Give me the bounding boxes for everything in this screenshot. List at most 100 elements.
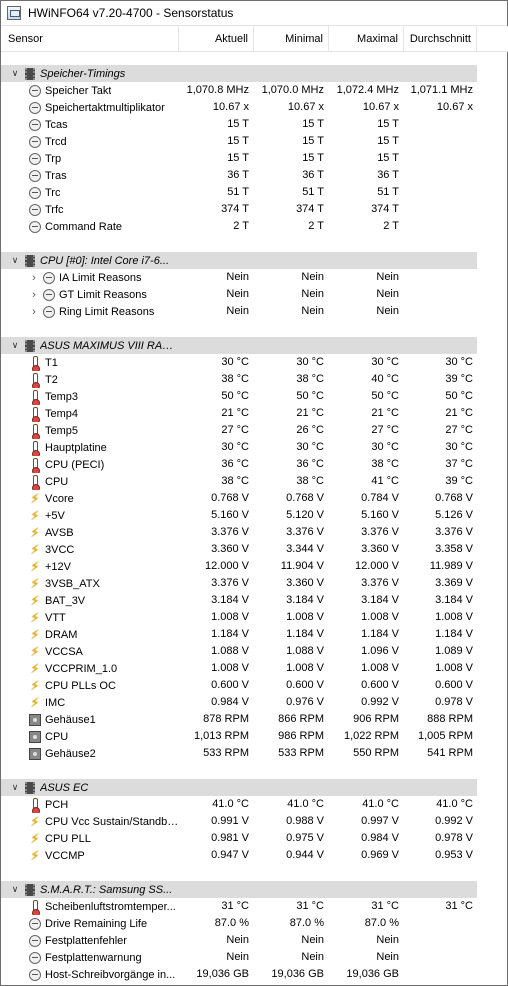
sensor-row[interactable]: ⚡ VCCPRIM_1.0 1.008 V 1.008 V 1.008 V 1.008 V <box>1 660 508 677</box>
sensor-row[interactable]: ⚡ VCCMP 0.947 V 0.944 V 0.969 V 0.953 V <box>1 847 508 864</box>
sensor-row[interactable]: Festplattenwarnung Nein Nein Nein <box>1 949 508 966</box>
clock-icon <box>29 934 41 947</box>
value-current: 31 °C <box>221 900 249 912</box>
group-avg-cell <box>404 779 477 796</box>
value-max: 0.600 V <box>361 679 399 691</box>
voltage-icon: ⚡ <box>30 830 40 846</box>
column-header-min[interactable]: Minimal <box>254 26 329 52</box>
value-min: 36 °C <box>296 458 324 470</box>
sensor-row[interactable]: PCH 41.0 °C 41.0 °C 41.0 °C 41.0 °C <box>1 796 508 813</box>
clock-icon <box>29 135 41 148</box>
sensor-row[interactable]: Drive Remaining Life 87.0 % 87.0 % 87.0 % <box>1 915 508 932</box>
group-current-cell <box>179 252 254 269</box>
sensor-row[interactable]: Tcas 15 T 15 T 15 T <box>1 116 508 133</box>
sensor-label: VCCMP <box>45 849 85 862</box>
group-name-cell: ∨ ASUS MAXIMUS VIII RAN... <box>1 337 179 354</box>
sensor-row[interactable]: ⚡ CPU PLL 0.981 V 0.975 V 0.984 V 0.978 V <box>1 830 508 847</box>
sensor-row[interactable]: CPU (PECI) 36 °C 36 °C 38 °C 37 °C <box>1 456 508 473</box>
sensor-row[interactable]: ⚡ IMC 0.984 V 0.976 V 0.992 V 0.978 V <box>1 694 508 711</box>
sensor-row[interactable]: CPU 1,013 RPM 986 RPM 1,022 RPM 1,005 RPM <box>1 728 508 745</box>
sensor-row[interactable]: ⚡ DRAM 1.184 V 1.184 V 1.184 V 1.184 V <box>1 626 508 643</box>
value-min: 3.184 V <box>286 594 324 606</box>
sensor-name-cell: Trc <box>1 184 179 201</box>
sensor-group-header[interactable]: ∨ ASUS MAXIMUS VIII RAN... <box>1 337 508 354</box>
collapse-chevron-icon[interactable]: ∨ <box>9 252 21 269</box>
group-max-cell <box>329 881 404 898</box>
group-min-cell <box>254 65 329 82</box>
sensor-group-header[interactable]: ∨ ASUS EC <box>1 779 508 796</box>
sensor-row[interactable]: › IA Limit Reasons Nein Nein Nein <box>1 269 508 286</box>
sensor-row[interactable]: ⚡ VTT 1.008 V 1.008 V 1.008 V 1.008 V <box>1 609 508 626</box>
sensor-row[interactable]: ⚡ BAT_3V 3.184 V 3.184 V 3.184 V 3.184 V <box>1 592 508 609</box>
sensor-row[interactable]: ⚡ +12V 12.000 V 11.904 V 12.000 V 11.989 V <box>1 558 508 575</box>
column-header-avg[interactable]: Durchschnitt <box>404 26 477 52</box>
sensor-row[interactable]: Trp 15 T 15 T 15 T <box>1 150 508 167</box>
sensor-row[interactable]: ⚡ +5V 5.160 V 5.120 V 5.160 V 5.126 V <box>1 507 508 524</box>
voltage-icon: ⚡ <box>30 643 40 659</box>
value-average: 39 °C <box>445 475 473 487</box>
collapse-chevron-icon[interactable]: ∨ <box>9 65 21 82</box>
sensor-row[interactable]: Trfc 374 T 374 T 374 T <box>1 201 508 218</box>
sensor-row[interactable]: Host-Schreibvorgänge in... 19,036 GB 19,03… <box>1 966 508 983</box>
value-max: Nein <box>376 271 399 283</box>
column-header-sensor[interactable]: Sensor <box>1 26 179 52</box>
sensor-row[interactable]: ⚡ VCCSA 1.088 V 1.088 V 1.096 V 1.089 V <box>1 643 508 660</box>
sensor-row[interactable]: Temp5 27 °C 26 °C 27 °C 27 °C <box>1 422 508 439</box>
sensor-row[interactable]: › GT Limit Reasons Nein Nein Nein <box>1 286 508 303</box>
sensor-label: VCCPRIM_1.0 <box>45 662 118 675</box>
sensor-row[interactable]: Tras 36 T 36 T 36 T <box>1 167 508 184</box>
sensor-name-cell: T2 <box>1 371 179 388</box>
sensor-row[interactable]: T1 30 °C 30 °C 30 °C 30 °C <box>1 354 508 371</box>
expand-chevron-icon[interactable]: › <box>29 272 39 284</box>
sensor-row[interactable]: Trcd 15 T 15 T 15 T <box>1 133 508 150</box>
sensor-row[interactable]: ⚡ CPU Vcc Sustain/Standby... 0.991 V 0.988 … <box>1 813 508 830</box>
sensor-row[interactable]: Temp4 21 °C 21 °C 21 °C 21 °C <box>1 405 508 422</box>
sensor-row[interactable]: Hauptplatine 30 °C 30 °C 30 °C 30 °C <box>1 439 508 456</box>
sensor-group-header[interactable]: ∨ Speicher-Timings <box>1 65 508 82</box>
sensor-row[interactable]: Gehäuse1 878 RPM 866 RPM 906 RPM 888 RPM <box>1 711 508 728</box>
value-average: 3.184 V <box>435 594 473 606</box>
value-min: Nein <box>301 934 324 946</box>
sensor-row[interactable]: CPU 38 °C 38 °C 41 °C 39 °C <box>1 473 508 490</box>
collapse-chevron-icon[interactable]: ∨ <box>9 881 21 898</box>
sensor-row[interactable]: Scheibenluftstromtemper... 31 °C 31 °C 31 °… <box>1 898 508 915</box>
sensor-row[interactable]: ⚡ 3VSB_ATX 3.376 V 3.360 V 3.376 V 3.369 V <box>1 575 508 592</box>
title-bar[interactable]: HWiNFO64 v7.20-4700 - Sensorstatus <box>1 1 507 26</box>
sensor-name-cell: ⚡ CPU PLLs OC <box>1 677 179 694</box>
app-icon <box>7 6 21 20</box>
sensor-row[interactable]: T2 38 °C 38 °C 40 °C 39 °C <box>1 371 508 388</box>
value-current: 878 RPM <box>203 713 249 725</box>
sensor-row[interactable]: Gehäuse2 533 RPM 533 RPM 550 RPM 541 RPM <box>1 745 508 762</box>
sensor-row[interactable]: Command Rate 2 T 2 T 2 T <box>1 218 508 235</box>
sensor-name-cell: ⚡ VCCMP <box>1 847 179 864</box>
column-header-current[interactable]: Aktuell <box>179 26 254 52</box>
collapse-chevron-icon[interactable]: ∨ <box>9 337 21 354</box>
sensor-row[interactable]: ⚡ AVSB 3.376 V 3.376 V 3.376 V 3.376 V <box>1 524 508 541</box>
chip-icon <box>25 254 35 267</box>
value-average: 37 °C <box>445 458 473 470</box>
expand-chevron-icon[interactable]: › <box>29 306 39 318</box>
sensor-group-header[interactable]: ∨ S.M.A.R.T.: Samsung SS... <box>1 881 508 898</box>
sensor-row[interactable]: Festplattenfehler Nein Nein Nein <box>1 932 508 949</box>
sensor-row[interactable]: ⚡ 3VCC 3.360 V 3.344 V 3.360 V 3.358 V <box>1 541 508 558</box>
expand-chevron-icon[interactable]: › <box>29 289 39 301</box>
sensor-row[interactable]: Trc 51 T 51 T 51 T <box>1 184 508 201</box>
value-min: 38 °C <box>296 475 324 487</box>
collapse-chevron-icon[interactable]: ∨ <box>9 779 21 796</box>
sensor-row[interactable]: › Ring Limit Reasons Nein Nein Nein <box>1 303 508 320</box>
sensor-row[interactable]: Temp3 50 °C 50 °C 50 °C 50 °C <box>1 388 508 405</box>
sensor-row[interactable]: Speichertaktmultiplikator 10.67 x 10.67 x 1… <box>1 99 508 116</box>
value-min: 50 °C <box>296 390 324 402</box>
voltage-icon: ⚡ <box>30 660 40 676</box>
value-average: 0.600 V <box>435 679 473 691</box>
voltage-icon: ⚡ <box>30 847 40 863</box>
column-header-max[interactable]: Maximal <box>329 26 404 52</box>
sensor-label: Drive Remaining Life <box>45 917 148 930</box>
value-average: 0.992 V <box>435 815 473 827</box>
sensor-row[interactable]: ⚡ Vcore 0.768 V 0.768 V 0.784 V 0.768 V <box>1 490 508 507</box>
sensor-row[interactable]: Speicher Takt 1,070.8 MHz 1,070.0 MHz 1,072… <box>1 82 508 99</box>
sensor-group-header[interactable]: ∨ CPU [#0]: Intel Core i7-6... <box>1 252 508 269</box>
group-avg-cell <box>404 881 477 898</box>
sensor-row[interactable]: ⚡ CPU PLLs OC 0.600 V 0.600 V 0.600 V 0.600 V <box>1 677 508 694</box>
value-max: 3.376 V <box>361 526 399 538</box>
